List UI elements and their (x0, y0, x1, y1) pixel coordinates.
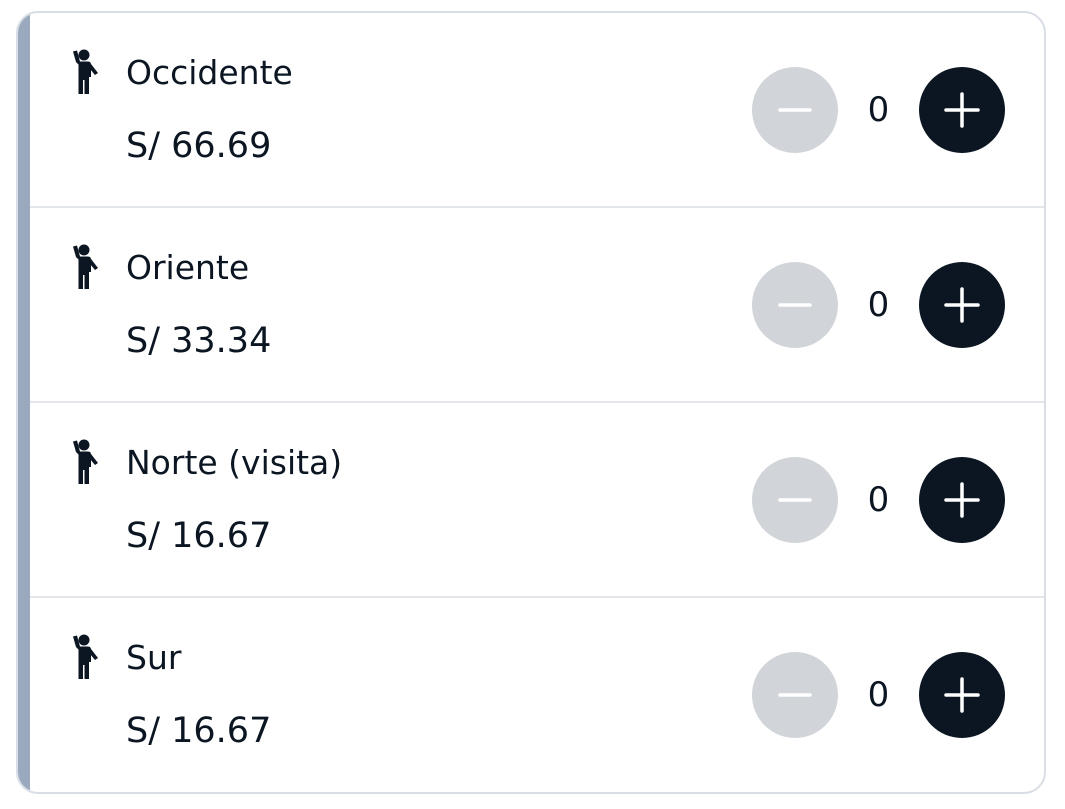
decrement-button[interactable] (752, 67, 838, 153)
decrement-button[interactable] (752, 262, 838, 348)
zone-name: Oriente (126, 248, 250, 287)
quantity-value: 0 (867, 675, 890, 715)
increment-button[interactable] (919, 67, 1005, 153)
minus-icon (778, 693, 812, 697)
quantity-stepper: 0 (752, 652, 1005, 738)
decrement-button[interactable] (752, 457, 838, 543)
quantity-value: 0 (867, 285, 890, 325)
increment-button[interactable] (919, 652, 1005, 738)
quantity-value: 0 (867, 480, 890, 520)
plus-icon (944, 92, 980, 128)
person-waving-icon (68, 244, 102, 290)
zone-price: S/ 16.67 (126, 516, 272, 556)
person-waving-icon (68, 49, 102, 95)
person-waving-icon (68, 634, 102, 680)
zone-price: S/ 33.34 (126, 321, 272, 361)
zone-name: Norte (visita) (126, 443, 343, 482)
decrement-button[interactable] (752, 652, 838, 738)
plus-icon (944, 482, 980, 518)
quantity-stepper: 0 (752, 457, 1005, 543)
quantity-stepper: 0 (752, 262, 1005, 348)
zone-name: Sur (126, 638, 182, 677)
quantity-stepper: 0 (752, 67, 1005, 153)
minus-icon (778, 108, 812, 112)
minus-icon (778, 498, 812, 502)
zone-row-norte: Norte (visita) S/ 16.67 0 (30, 403, 1044, 598)
quantity-value: 0 (867, 90, 890, 130)
increment-button[interactable] (919, 262, 1005, 348)
plus-icon (944, 287, 980, 323)
zone-price: S/ 66.69 (126, 126, 272, 166)
zone-price: S/ 16.67 (126, 711, 272, 751)
plus-icon (944, 677, 980, 713)
increment-button[interactable] (919, 457, 1005, 543)
person-waving-icon (68, 439, 102, 485)
accent-bar (18, 13, 30, 792)
ticket-zone-card: Occidente S/ 66.69 0 Oriente S/ 33.34 0 … (16, 11, 1046, 794)
zone-list: Occidente S/ 66.69 0 Oriente S/ 33.34 0 … (30, 13, 1044, 792)
minus-icon (778, 303, 812, 307)
zone-row-sur: Sur S/ 16.67 0 (30, 598, 1044, 792)
zone-row-occidente: Occidente S/ 66.69 0 (30, 13, 1044, 208)
zone-name: Occidente (126, 53, 293, 92)
zone-row-oriente: Oriente S/ 33.34 0 (30, 208, 1044, 403)
